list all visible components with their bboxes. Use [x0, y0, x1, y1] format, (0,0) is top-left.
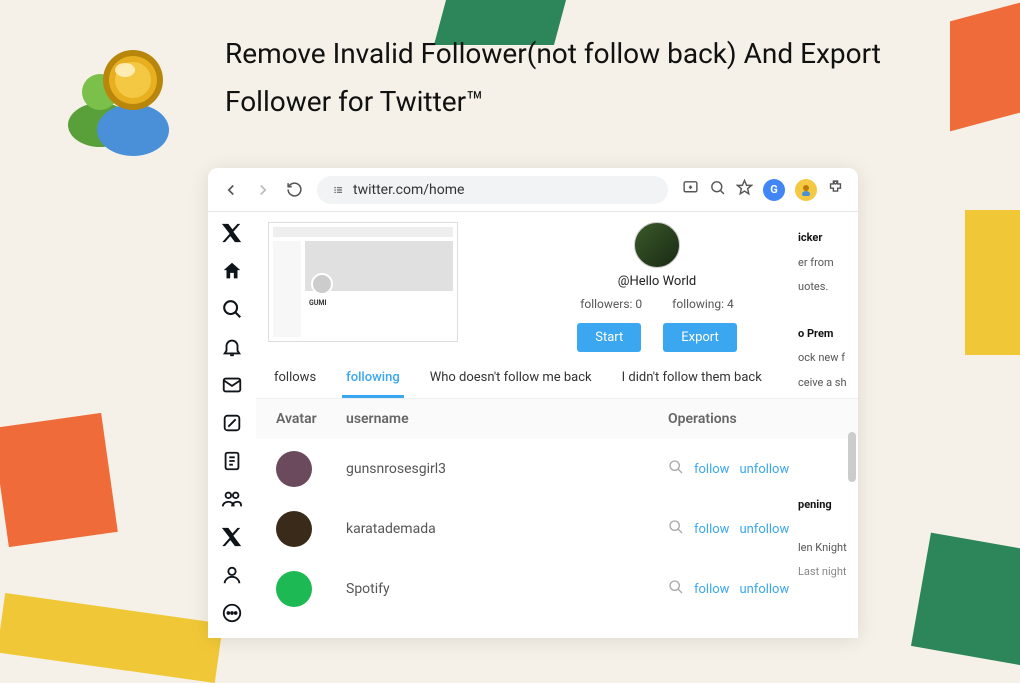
search-icon[interactable] — [221, 298, 243, 320]
premium-icon[interactable] — [221, 526, 243, 548]
table-row: gunsnrosesgirl3 follow unfollow — [256, 439, 858, 499]
col-avatar: Avatar — [276, 411, 346, 427]
url-text: twitter.com/home — [353, 182, 464, 198]
user-avatar — [276, 511, 312, 547]
twitter-sidebar — [208, 212, 256, 638]
search-icon[interactable] — [668, 579, 684, 599]
unfollow-link[interactable]: unfollow — [739, 462, 789, 477]
extension-panel: GUMI @Hello World followers: 0 following… — [256, 212, 858, 638]
username-text: gunsnrosesgirl3 — [346, 461, 668, 477]
extensions-icon[interactable] — [827, 179, 844, 200]
bookmark-icon[interactable] — [736, 179, 753, 200]
follow-link[interactable]: follow — [694, 522, 729, 537]
tab-i-didnt-follow-back[interactable]: I didn't follow them back — [618, 360, 766, 398]
x-logo-icon[interactable] — [221, 222, 243, 244]
site-info-icon — [331, 183, 345, 197]
following-count: following: 4 — [672, 297, 734, 311]
table-row: Spotify follow unfollow — [256, 559, 858, 619]
col-username: username — [346, 411, 668, 427]
install-icon[interactable] — [682, 179, 699, 200]
address-bar: twitter.com/home G — [208, 168, 858, 212]
table-row: karatademada follow unfollow — [256, 499, 858, 559]
forward-icon[interactable] — [254, 181, 272, 199]
communities-icon[interactable] — [221, 488, 243, 510]
url-input[interactable]: twitter.com/home — [317, 176, 668, 204]
tab-follows[interactable]: follows — [270, 360, 320, 398]
username-text: Spotify — [346, 581, 668, 597]
home-icon[interactable] — [221, 260, 243, 282]
start-button[interactable]: Start — [577, 323, 641, 352]
profile-preview-thumbnail: GUMI — [268, 222, 458, 342]
user-avatar — [276, 451, 312, 487]
translate-ext-icon[interactable]: G — [763, 179, 785, 201]
profile-summary: @Hello World followers: 0 following: 4 S… — [468, 222, 846, 352]
reload-icon[interactable] — [286, 181, 303, 198]
twitter-right-column-cutoff: icker er from uotes. o Prem ock new f ce… — [798, 224, 858, 638]
handle-text: @Hello World — [618, 274, 696, 289]
more-icon[interactable] — [221, 602, 243, 624]
decor-stripe — [0, 413, 118, 547]
tab-who-doesnt-follow-back[interactable]: Who doesn't follow me back — [426, 360, 596, 398]
extension-logo-icon — [55, 30, 185, 160]
table-body: gunsnrosesgirl3 follow unfollow karatade… — [256, 439, 858, 619]
unfollow-link[interactable]: unfollow — [739, 582, 789, 597]
filter-tabs: follows following Who doesn't follow me … — [256, 360, 858, 399]
follow-link[interactable]: follow — [694, 582, 729, 597]
bell-icon[interactable] — [221, 336, 243, 358]
export-button[interactable]: Export — [663, 323, 737, 352]
mail-icon[interactable] — [221, 374, 243, 396]
lists-icon[interactable] — [221, 450, 243, 472]
search-icon[interactable] — [668, 519, 684, 539]
avatar — [634, 222, 680, 268]
back-icon[interactable] — [222, 181, 240, 199]
decor-stripe — [911, 533, 1020, 669]
unfollow-link[interactable]: unfollow — [739, 522, 789, 537]
toolbar-right: G — [682, 179, 844, 201]
zoom-icon[interactable] — [709, 179, 726, 200]
user-avatar — [276, 571, 312, 607]
page-title: Remove Invalid Follower(not follow back)… — [225, 30, 990, 125]
app-ext-icon[interactable] — [795, 179, 817, 201]
followers-count: followers: 0 — [580, 297, 642, 311]
follow-link[interactable]: follow — [694, 462, 729, 477]
decor-stripe — [965, 210, 1020, 355]
grok-icon[interactable] — [221, 412, 243, 434]
username-text: karatademada — [346, 521, 668, 537]
search-icon[interactable] — [668, 459, 684, 479]
tab-following[interactable]: following — [342, 360, 404, 398]
profile-icon[interactable] — [221, 564, 243, 586]
browser-window: twitter.com/home G — [208, 168, 858, 638]
table-header: Avatar username Operations — [256, 399, 858, 439]
